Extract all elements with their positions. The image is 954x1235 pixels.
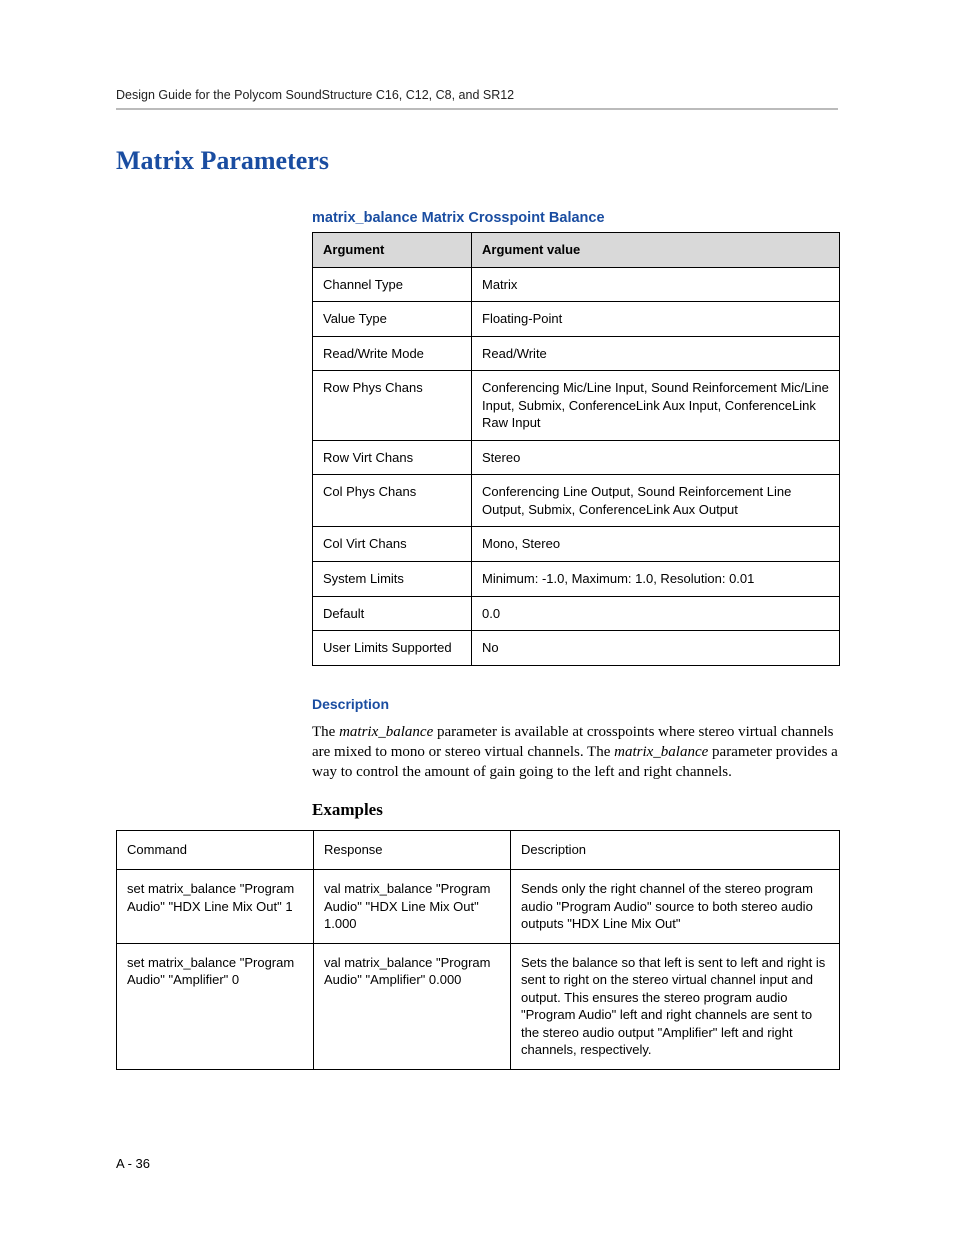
table-row: Col Virt ChansMono, Stereo [313, 527, 840, 562]
val-cell: No [472, 631, 840, 666]
table-row: Col Phys ChansConferencing Line Output, … [313, 475, 840, 527]
ex-resp: val matrix_balance "Program Audio" "HDX … [314, 869, 511, 943]
arg-cell: Col Virt Chans [313, 527, 472, 562]
val-cell: Stereo [472, 440, 840, 475]
val-cell: Mono, Stereo [472, 527, 840, 562]
val-cell: 0.0 [472, 596, 840, 631]
arg-cell: Row Virt Chans [313, 440, 472, 475]
ex-header-description: Description [511, 831, 840, 870]
description-heading: Description [312, 696, 838, 712]
page: Design Guide for the Polycom SoundStruct… [0, 0, 954, 1235]
ex-desc: Sets the balance so that left is sent to… [511, 943, 840, 1069]
examples-heading: Examples [312, 800, 838, 820]
arg-cell: Channel Type [313, 267, 472, 302]
ex-resp: val matrix_balance "Program Audio" "Ampl… [314, 943, 511, 1069]
term: matrix_balance [339, 724, 433, 740]
arg-cell: Value Type [313, 302, 472, 337]
arg-cell: Row Phys Chans [313, 371, 472, 441]
description-body: The matrix_balance parameter is availabl… [312, 722, 838, 783]
ex-desc: Sends only the right channel of the ster… [511, 869, 840, 943]
arg-cell: Default [313, 596, 472, 631]
val-cell: Floating-Point [472, 302, 840, 337]
section-title: Matrix Parameters [116, 146, 838, 176]
table-row: User Limits SupportedNo [313, 631, 840, 666]
val-cell: Read/Write [472, 336, 840, 371]
examples-table: Command Response Description set matrix_… [116, 830, 840, 1069]
text: The [312, 724, 339, 740]
argument-table: Argument Argument value Channel TypeMatr… [312, 232, 840, 666]
table-header-argument: Argument [313, 233, 472, 268]
ex-header-response: Response [314, 831, 511, 870]
table-row: Value TypeFloating-Point [313, 302, 840, 337]
arg-cell: System Limits [313, 562, 472, 597]
table-header-value: Argument value [472, 233, 840, 268]
table-row: Channel TypeMatrix [313, 267, 840, 302]
table-row: Default0.0 [313, 596, 840, 631]
parameter-title: matrix_balance Matrix Crosspoint Balance [312, 210, 838, 226]
val-cell: Conferencing Mic/Line Input, Sound Reinf… [472, 371, 840, 441]
arg-cell: User Limits Supported [313, 631, 472, 666]
table-row: Command Response Description [117, 831, 840, 870]
table-row: Row Phys ChansConferencing Mic/Line Inpu… [313, 371, 840, 441]
term: matrix_balance [614, 744, 708, 760]
page-number: A - 36 [116, 1156, 150, 1171]
ex-header-command: Command [117, 831, 314, 870]
val-cell: Minimum: -1.0, Maximum: 1.0, Resolution:… [472, 562, 840, 597]
arg-cell: Col Phys Chans [313, 475, 472, 527]
table-row: System LimitsMinimum: -1.0, Maximum: 1.0… [313, 562, 840, 597]
parameter-block: matrix_balance Matrix Crosspoint Balance… [312, 210, 838, 820]
table-row: set matrix_balance "Program Audio" "HDX … [117, 869, 840, 943]
val-cell: Matrix [472, 267, 840, 302]
table-row: Read/Write ModeRead/Write [313, 336, 840, 371]
table-row: Row Virt ChansStereo [313, 440, 840, 475]
val-cell: Conferencing Line Output, Sound Reinforc… [472, 475, 840, 527]
running-header: Design Guide for the Polycom SoundStruct… [116, 88, 838, 110]
ex-cmd: set matrix_balance "Program Audio" "HDX … [117, 869, 314, 943]
ex-cmd: set matrix_balance "Program Audio" "Ampl… [117, 943, 314, 1069]
table-row: set matrix_balance "Program Audio" "Ampl… [117, 943, 840, 1069]
arg-cell: Read/Write Mode [313, 336, 472, 371]
